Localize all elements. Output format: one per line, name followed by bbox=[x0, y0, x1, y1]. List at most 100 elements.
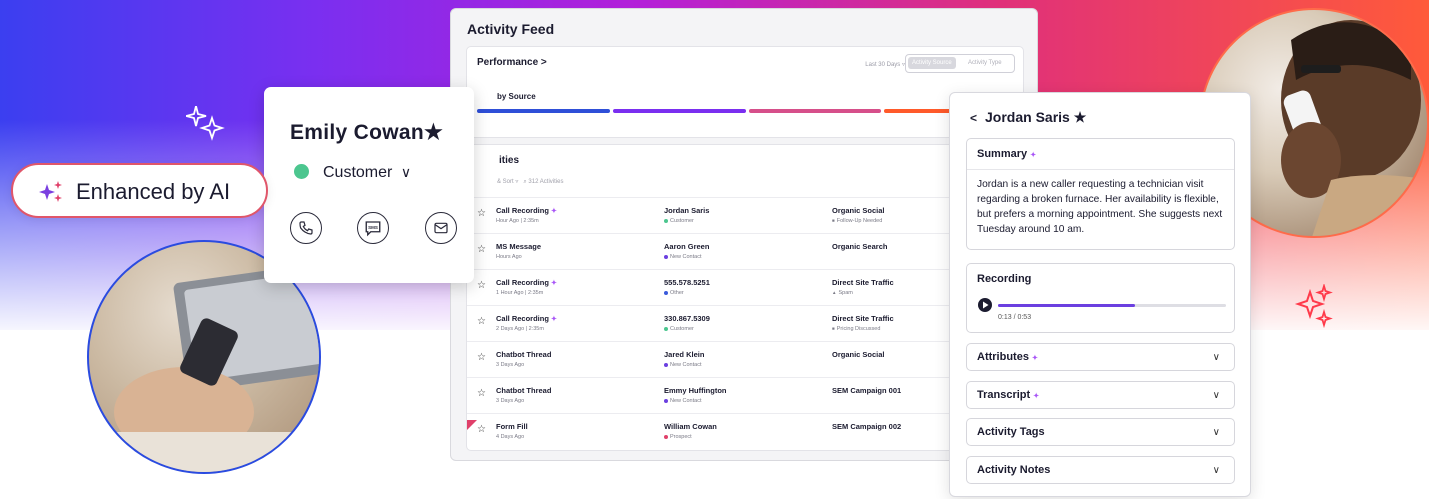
table-row[interactable]: ☆ Call Recording ✦ 2 Days Ago | 2:35m 330.8… bbox=[467, 305, 1023, 342]
star-outline-icon[interactable]: ☆ bbox=[477, 280, 486, 291]
source-cell: Organic Social bbox=[832, 350, 885, 359]
section-title: Transcript ✦ bbox=[977, 388, 1040, 401]
toggle-activity-type[interactable]: Activity Type bbox=[968, 60, 1002, 66]
toggle-activity-source[interactable]: Activity Source bbox=[908, 57, 956, 69]
play-button[interactable] bbox=[978, 298, 992, 312]
contact-status: New Contact bbox=[664, 254, 709, 260]
activities-title: ities bbox=[499, 155, 520, 166]
activity-type: Call Recording ✦ bbox=[496, 278, 557, 287]
table-row[interactable]: ☆ Call Recording ✦ Hour Ago | 2:35m Jordan … bbox=[467, 197, 1023, 234]
play-icon bbox=[983, 301, 989, 309]
phone-icon bbox=[299, 221, 313, 235]
star-outline-icon[interactable]: ☆ bbox=[477, 208, 486, 219]
table-row[interactable]: ☆ Chatbot Thread 3 Days Ago Jared Klein New … bbox=[467, 341, 1023, 378]
collapsible-section[interactable]: Transcript ✦ ∨ bbox=[966, 380, 1235, 409]
detail-contact-name: Jordan Saris bbox=[985, 109, 1070, 125]
search-icon[interactable]: ⌕ bbox=[523, 179, 526, 185]
chevron-down-icon: ∨ bbox=[1212, 389, 1220, 401]
collapsible-section[interactable]: Activity Notes ∨ bbox=[966, 455, 1235, 484]
activity-type-cell: MS Message Hours Ago bbox=[496, 242, 541, 260]
source-cell: Organic Social ■ Follow-Up Needed bbox=[832, 206, 885, 224]
performance-card: Performance > Last 30 Days ▿ Activity So… bbox=[466, 46, 1024, 138]
source-cell: Organic Search bbox=[832, 242, 887, 251]
activity-time: Hour Ago | 2:35m bbox=[496, 218, 539, 224]
contact-name[interactable]: Jordan Saris bbox=[664, 206, 709, 215]
ai-sparkle-icon bbox=[39, 181, 62, 202]
tag-icon: ■ bbox=[832, 218, 835, 223]
call-button[interactable] bbox=[290, 212, 322, 244]
star-outline-icon[interactable]: ☆ bbox=[477, 424, 486, 435]
table-row[interactable]: ☆ Form Fill 4 Days Ago William Cowan Prospec… bbox=[467, 413, 1023, 450]
recording-progress-track[interactable] bbox=[998, 304, 1226, 307]
chevron-down-icon: ∨ bbox=[1212, 427, 1220, 438]
sms-button[interactable]: SMS bbox=[357, 212, 389, 244]
source-bar-segment bbox=[612, 109, 746, 113]
contact-status: Customer bbox=[664, 218, 709, 224]
enhanced-by-ai-badge: Enhanced by AI bbox=[11, 163, 268, 218]
status-dot bbox=[664, 398, 668, 403]
sms-icon: SMS bbox=[365, 221, 381, 237]
collapsible-section[interactable]: Activity Tags ∨ bbox=[966, 418, 1235, 446]
contact-name[interactable]: 555.578.5251 bbox=[664, 278, 710, 287]
activity-time: 3 Days Ago bbox=[496, 362, 525, 368]
contact-cell: Jordan Saris Customer bbox=[664, 206, 709, 224]
activity-source: Organic Social bbox=[832, 350, 885, 359]
status-dot bbox=[294, 164, 309, 179]
activity-source: Direct Site Traffic bbox=[832, 314, 894, 323]
table-row[interactable]: ☆ Chatbot Thread 3 Days Ago Emmy Huffington… bbox=[467, 377, 1023, 414]
star-outline-icon[interactable]: ☆ bbox=[477, 388, 486, 399]
activity-source: SEM Campaign 002 bbox=[832, 422, 902, 431]
sms-glyph: SMS bbox=[368, 225, 378, 230]
contact-card: Emily Cowan★ Customer ∨ SMS bbox=[264, 87, 474, 283]
source-bar-segment bbox=[748, 109, 882, 113]
summary-title: Summary ✦ bbox=[977, 148, 1037, 160]
activity-type: Form Fill bbox=[496, 422, 528, 431]
contact-name[interactable]: Aaron Green bbox=[664, 242, 709, 251]
activity-detail-panel: < Jordan Saris ★ Summary ✦ Jordan is a ne… bbox=[949, 92, 1251, 497]
chevron-down-icon: ∨ bbox=[1212, 352, 1220, 363]
table-row[interactable]: ☆ MS Message Hours Ago Aaron Green New Conta… bbox=[467, 233, 1023, 270]
activity-time: 4 Days Ago bbox=[496, 434, 525, 440]
activity-type-cell: Call Recording ✦ 2 Days Ago | 2:35m bbox=[496, 314, 557, 332]
performance-link[interactable]: Performance > bbox=[477, 57, 547, 68]
contact-name[interactable]: Emmy Huffington bbox=[664, 386, 727, 395]
star-outline-icon[interactable]: ☆ bbox=[477, 352, 486, 363]
collapsible-section[interactable]: Attributes ✦ ∨ bbox=[966, 343, 1235, 371]
contact-cell: Aaron Green New Contact bbox=[664, 242, 709, 260]
contact-status: Customer bbox=[664, 326, 710, 332]
ai-sparkle-icon: ✦ bbox=[551, 208, 557, 215]
activity-type-cell: Call Recording ✦ 1 Hour Ago | 2:35m bbox=[496, 278, 557, 296]
contact-name[interactable]: 330.867.5309 bbox=[664, 314, 710, 323]
contact-name[interactable]: Jared Klein bbox=[664, 350, 704, 359]
email-button[interactable] bbox=[425, 212, 457, 244]
date-range-dropdown[interactable]: Last 30 Days ▿ bbox=[865, 61, 905, 68]
back-icon[interactable]: < bbox=[970, 111, 977, 125]
summary-section: Summary ✦ Jordan is a new caller request… bbox=[966, 138, 1235, 250]
tag-icon: ■ bbox=[832, 326, 835, 331]
contact-cell: Emmy Huffington New Contact bbox=[664, 386, 727, 404]
source-bar bbox=[477, 109, 1017, 113]
sort-control[interactable]: & Sort bbox=[497, 179, 514, 185]
star-icon[interactable]: ★ bbox=[424, 121, 443, 144]
star-outline-icon[interactable]: ☆ bbox=[477, 244, 486, 255]
summary-text: Jordan is a new caller requesting a tech… bbox=[977, 179, 1223, 235]
activity-source: Organic Social bbox=[832, 206, 885, 215]
section-title: Attributes ✦ bbox=[977, 351, 1038, 363]
recording-time: 0:13 / 0:53 bbox=[998, 314, 1032, 321]
contact-status-dropdown[interactable]: Customer ∨ bbox=[294, 164, 411, 182]
detail-header: < Jordan Saris ★ bbox=[970, 109, 1086, 126]
source-type-toggle: Activity Source Activity Type bbox=[905, 54, 1015, 73]
table-row[interactable]: ☆ Call Recording ✦ 1 Hour Ago | 2:35m 555.5… bbox=[467, 269, 1023, 306]
status-dot bbox=[664, 218, 668, 223]
contact-cell: Jared Klein New Contact bbox=[664, 350, 704, 368]
activity-source: Organic Search bbox=[832, 242, 888, 251]
activity-tag: ■ Follow-Up Needed bbox=[832, 218, 883, 224]
contact-status: New Contact bbox=[664, 398, 727, 404]
contact-name[interactable]: William Cowan bbox=[664, 422, 717, 431]
activity-type: Call Recording ✦ bbox=[496, 206, 557, 215]
activity-source: SEM Campaign 001 bbox=[832, 386, 902, 395]
recording-title: Recording bbox=[977, 273, 1032, 285]
star-outline-icon[interactable]: ☆ bbox=[477, 316, 486, 327]
star-icon[interactable]: ★ bbox=[1074, 109, 1087, 125]
status-dot bbox=[664, 326, 668, 331]
